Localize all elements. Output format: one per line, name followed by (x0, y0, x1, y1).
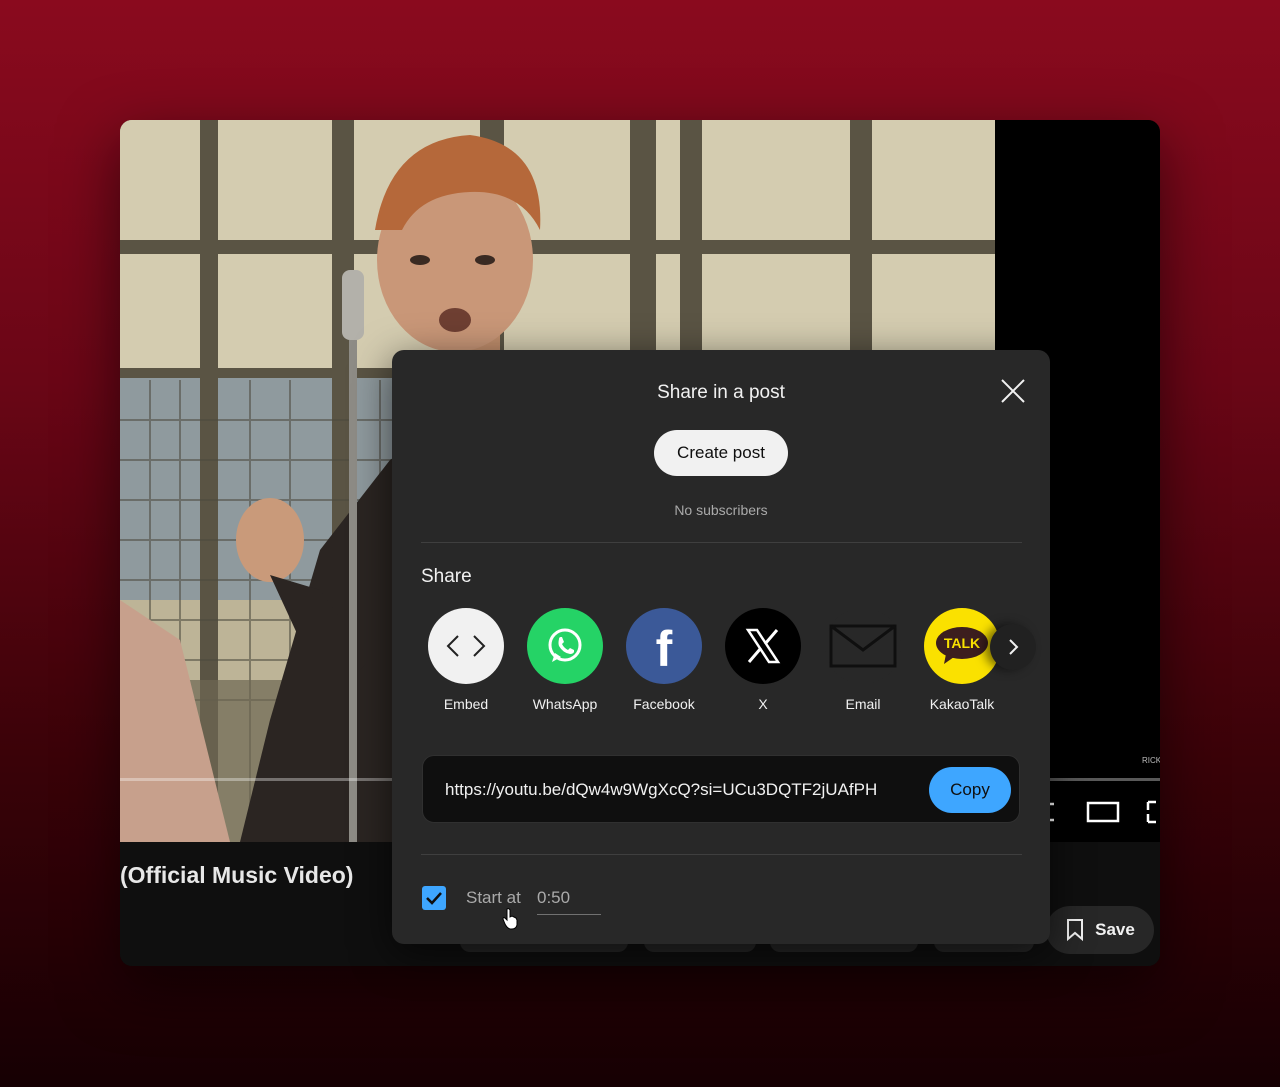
start-at-time-input[interactable]: 0:50 (537, 888, 601, 915)
share-email[interactable]: Email (823, 608, 903, 712)
kakaotalk-icon: TALK (936, 627, 988, 664)
share-label-whatsapp: WhatsApp (532, 696, 598, 712)
share-label-email: Email (845, 696, 881, 712)
svg-text:TALK: TALK (944, 635, 980, 651)
embed-icon (446, 635, 486, 657)
share-dialog: Share in a post Create post No subscribe… (392, 350, 1050, 944)
share-label-embed: Embed (443, 696, 489, 712)
share-facebook[interactable]: f Facebook (624, 608, 704, 712)
share-url-text[interactable]: https://youtu.be/dQw4w9WgXcQ?si=UCu3DQTF… (445, 780, 901, 800)
share-label-x: X (758, 696, 768, 712)
save-label: Save (1095, 920, 1135, 939)
start-at-checkbox[interactable] (422, 886, 446, 910)
chevron-right-icon (1009, 639, 1019, 655)
bookmark-icon (1067, 919, 1084, 942)
share-label-facebook: Facebook (633, 696, 695, 712)
whatsapp-icon (548, 628, 582, 662)
checkmark-icon (426, 892, 442, 905)
x-logo-icon (745, 628, 781, 664)
fullscreen-icon[interactable] (1144, 798, 1160, 826)
video-title: (Official Music Video) (120, 862, 354, 888)
share-label-kakaotalk: KakaoTalk (929, 696, 995, 712)
facebook-icon: f (655, 621, 673, 677)
share-whatsapp[interactable]: WhatsApp (525, 608, 605, 712)
share-x[interactable]: X (723, 608, 803, 712)
subscriber-count: No subscribers (674, 502, 768, 518)
dialog-title: Share in a post (657, 382, 785, 403)
share-heading: Share (421, 566, 472, 587)
share-url-box: https://youtu.be/dQw4w9WgXcQ?si=UCu3DQTF… (422, 755, 1020, 823)
next-share-options-button[interactable] (990, 624, 1036, 670)
divider (421, 542, 1022, 543)
start-at-label: Start at (466, 888, 521, 907)
save-button[interactable]: Save (1046, 906, 1154, 954)
hand-cursor-icon (502, 908, 518, 930)
divider (421, 854, 1022, 855)
copy-button[interactable]: Copy (929, 767, 1011, 813)
watermark-text: RICK (1142, 756, 1160, 765)
close-icon[interactable] (998, 376, 1028, 406)
email-icon (829, 624, 897, 668)
theater-mode-icon[interactable] (1086, 798, 1120, 826)
share-embed[interactable]: Embed (426, 608, 506, 712)
share-kakaotalk[interactable]: TALK KakaoTalk (922, 608, 1002, 712)
create-post-button[interactable]: Create post (654, 430, 788, 476)
